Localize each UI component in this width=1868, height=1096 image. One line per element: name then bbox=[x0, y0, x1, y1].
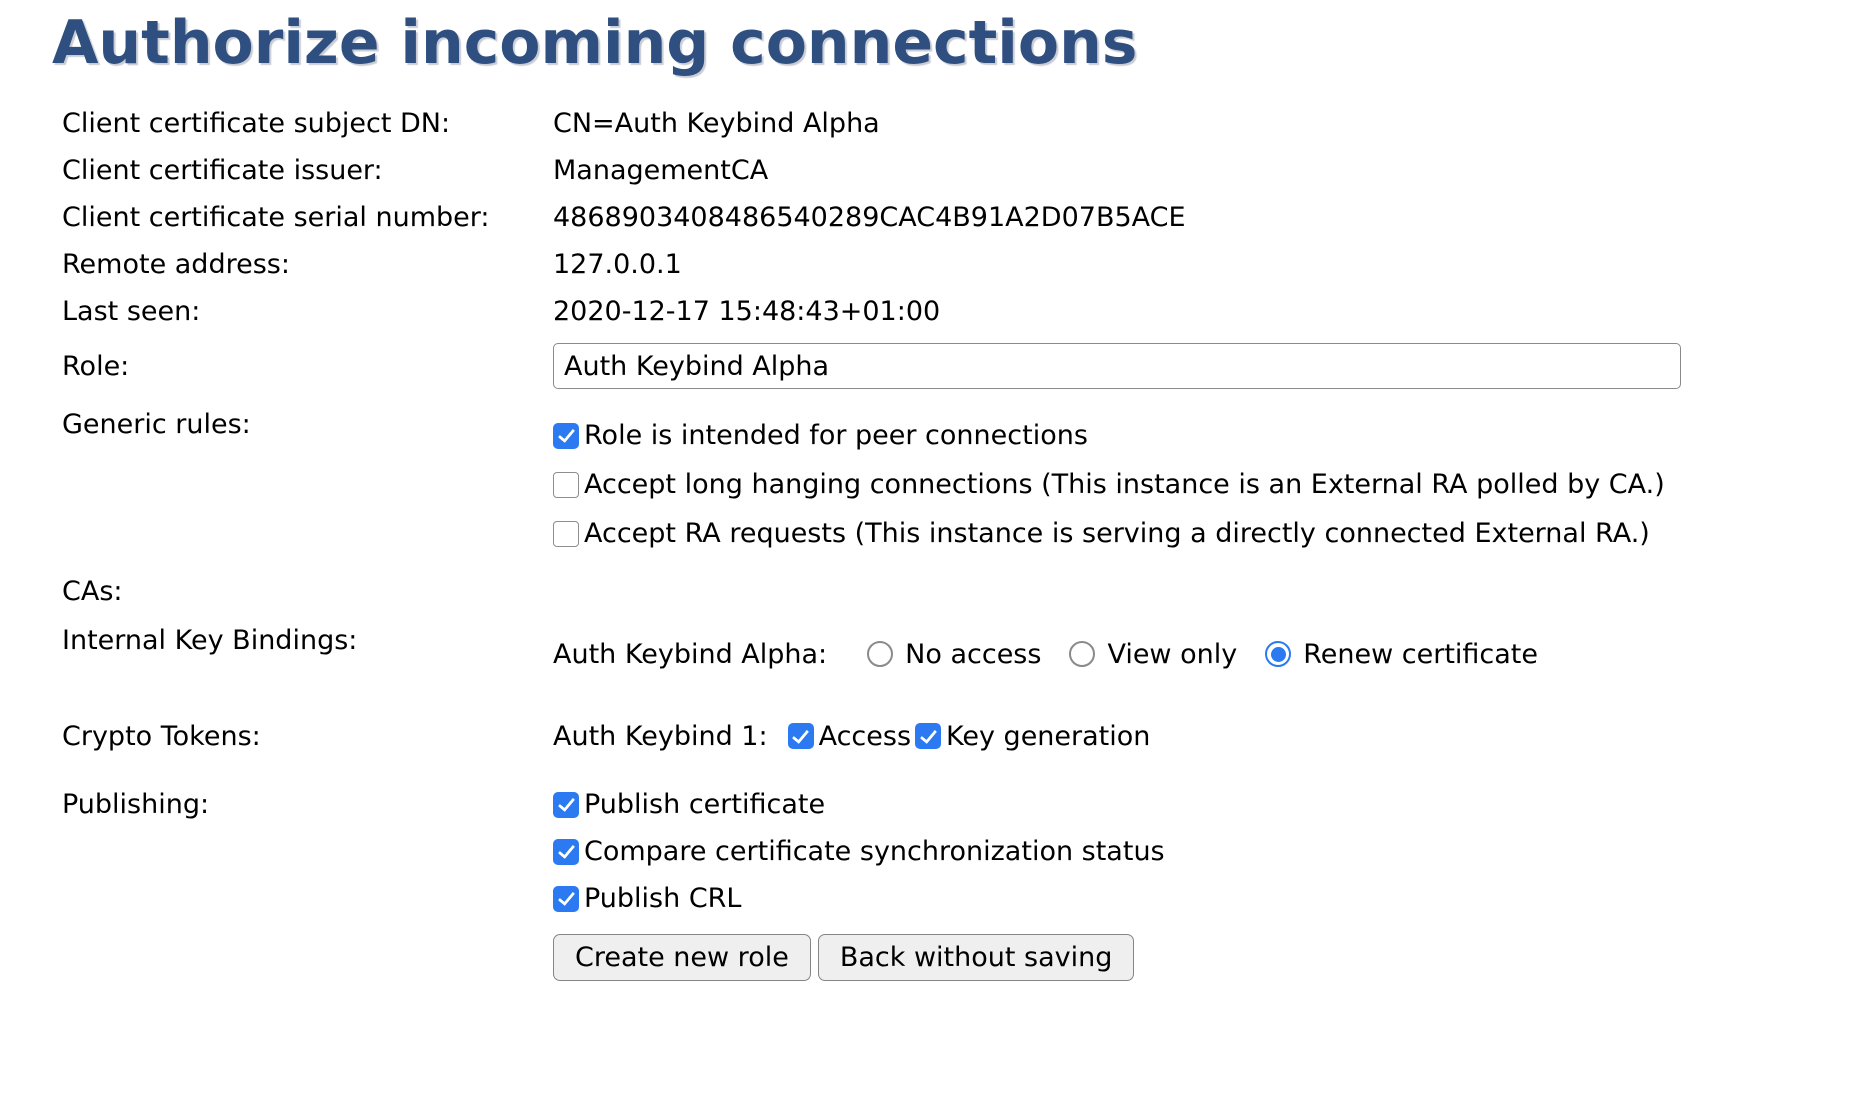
no-access-radio-label: No access bbox=[905, 641, 1041, 668]
detail-row-remote-address: Remote address: 127.0.0.1 bbox=[62, 241, 1868, 288]
serial-number-label: Client certificate serial number: bbox=[62, 204, 553, 231]
authorization-form: Client certificate subject DN: CN=Auth K… bbox=[62, 100, 1868, 981]
compare-certificate-sync-option[interactable]: Compare certificate synchronization stat… bbox=[553, 828, 1868, 875]
radio-option-no-access[interactable]: No access bbox=[867, 641, 1041, 668]
generic-rule-peer-connections[interactable]: Role is intended for peer connections bbox=[553, 411, 1868, 460]
cas-label: CAs: bbox=[62, 578, 553, 605]
generic-rules-row: Generic rules: Role is intended for peer… bbox=[62, 411, 1868, 558]
crypto-tokens-label: Crypto Tokens: bbox=[62, 711, 553, 750]
authorize-incoming-connections-page: Authorize incoming connections Client ce… bbox=[0, 10, 1868, 981]
long-hanging-connections-checkbox-label: Accept long hanging connections (This in… bbox=[584, 471, 1665, 498]
accept-ra-requests-checkbox-label: Accept RA requests (This instance is ser… bbox=[584, 520, 1650, 547]
subject-dn-value: CN=Auth Keybind Alpha bbox=[553, 110, 1868, 137]
radio-option-view-only[interactable]: View only bbox=[1069, 641, 1237, 668]
access-checkbox-label: Access bbox=[819, 723, 911, 750]
key-generation-checkbox-label: Key generation bbox=[946, 723, 1150, 750]
long-hanging-connections-checkbox[interactable] bbox=[553, 472, 579, 498]
access-checkbox[interactable] bbox=[788, 723, 814, 749]
no-access-radio[interactable] bbox=[867, 641, 893, 667]
view-only-radio-label: View only bbox=[1107, 641, 1237, 668]
renew-certificate-radio-label: Renew certificate bbox=[1303, 641, 1538, 668]
form-actions-row: Create new role Back without saving bbox=[62, 934, 1868, 981]
compare-certificate-sync-checkbox[interactable] bbox=[553, 839, 579, 865]
crypto-tokens-row: Crypto Tokens: Auth Keybind 1: Access Ke… bbox=[62, 711, 1868, 761]
crypto-token-access-option[interactable]: Access bbox=[788, 723, 911, 750]
generic-rule-accept-ra-requests[interactable]: Accept RA requests (This instance is ser… bbox=[553, 509, 1868, 558]
role-row: Role: bbox=[62, 335, 1868, 397]
key-generation-checkbox[interactable] bbox=[915, 723, 941, 749]
publish-crl-option[interactable]: Publish CRL bbox=[553, 875, 1868, 922]
key-binding-item-label: Auth Keybind Alpha: bbox=[553, 641, 827, 668]
cas-row: CAs: bbox=[62, 568, 1868, 615]
publish-certificate-checkbox[interactable] bbox=[553, 792, 579, 818]
role-label: Role: bbox=[62, 353, 553, 380]
publish-certificate-checkbox-label: Publish certificate bbox=[584, 791, 825, 818]
publishing-label: Publishing: bbox=[62, 781, 553, 818]
last-seen-label: Last seen: bbox=[62, 298, 553, 325]
view-only-radio[interactable] bbox=[1069, 641, 1095, 667]
create-new-role-button[interactable]: Create new role bbox=[553, 934, 811, 981]
radio-option-renew-certificate[interactable]: Renew certificate bbox=[1265, 641, 1538, 668]
generic-rules-label: Generic rules: bbox=[62, 411, 553, 438]
publish-certificate-option[interactable]: Publish certificate bbox=[553, 781, 1868, 828]
subject-dn-label: Client certificate subject DN: bbox=[62, 110, 553, 137]
serial-number-value: 4868903408486540289CAC4B91A2D07B5ACE bbox=[553, 204, 1868, 231]
generic-rule-long-hanging-connections[interactable]: Accept long hanging connections (This in… bbox=[553, 460, 1868, 509]
issuer-label: Client certificate issuer: bbox=[62, 157, 553, 184]
last-seen-value: 2020-12-17 15:48:43+01:00 bbox=[553, 298, 1868, 325]
detail-row-issuer: Client certificate issuer: ManagementCA bbox=[62, 147, 1868, 194]
remote-address-label: Remote address: bbox=[62, 251, 553, 278]
publishing-row: Publishing: Publish certificate Compare … bbox=[62, 781, 1868, 922]
publish-crl-checkbox-label: Publish CRL bbox=[584, 885, 741, 912]
internal-key-bindings-label: Internal Key Bindings: bbox=[62, 627, 553, 654]
renew-certificate-radio[interactable] bbox=[1265, 641, 1291, 667]
back-without-saving-button[interactable]: Back without saving bbox=[818, 934, 1135, 981]
accept-ra-requests-checkbox[interactable] bbox=[553, 521, 579, 547]
remote-address-value: 127.0.0.1 bbox=[553, 251, 1868, 278]
internal-key-bindings-row: Internal Key Bindings: Auth Keybind Alph… bbox=[62, 627, 1868, 681]
page-title: Authorize incoming connections bbox=[52, 10, 1868, 76]
role-input[interactable] bbox=[553, 343, 1681, 389]
peer-connections-checkbox[interactable] bbox=[553, 423, 579, 449]
detail-row-serial-number: Client certificate serial number: 486890… bbox=[62, 194, 1868, 241]
publish-crl-checkbox[interactable] bbox=[553, 886, 579, 912]
detail-row-subject-dn: Client certificate subject DN: CN=Auth K… bbox=[62, 100, 1868, 147]
crypto-token-item-label: Auth Keybind 1: bbox=[553, 723, 768, 750]
peer-connections-checkbox-label: Role is intended for peer connections bbox=[584, 422, 1088, 449]
detail-row-last-seen: Last seen: 2020-12-17 15:48:43+01:00 bbox=[62, 288, 1868, 335]
issuer-value: ManagementCA bbox=[553, 157, 1868, 184]
crypto-token-key-generation-option[interactable]: Key generation bbox=[915, 723, 1150, 750]
compare-certificate-sync-checkbox-label: Compare certificate synchronization stat… bbox=[584, 838, 1165, 865]
